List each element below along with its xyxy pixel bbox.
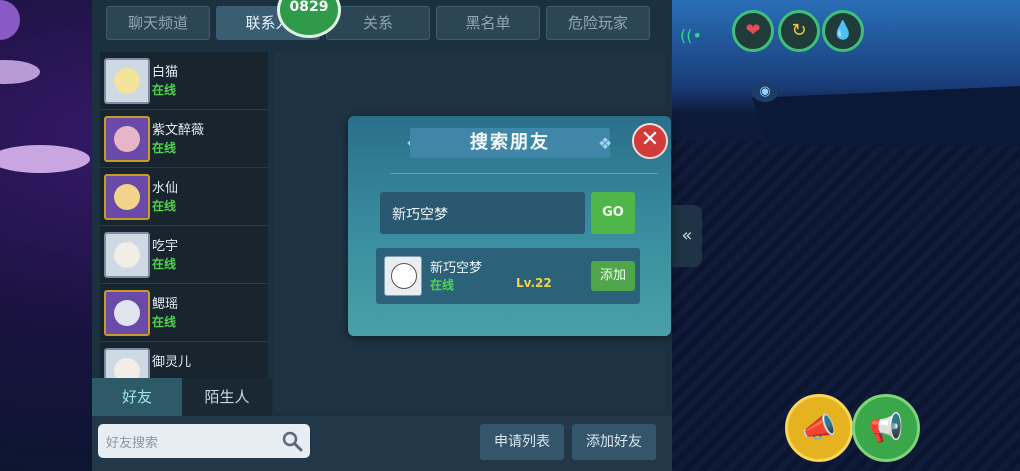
ornament-right-icon: ❖ — [598, 134, 613, 153]
add-button[interactable]: 添加 — [591, 261, 635, 291]
contact-status: 在线 — [152, 315, 177, 329]
coral-decoration — [0, 0, 20, 40]
avatar — [104, 116, 150, 162]
water-drop-icon[interactable]: 💧 — [822, 10, 864, 52]
signal-icon: ((• — [680, 26, 702, 45]
contact-name: 御灵儿 — [152, 355, 192, 370]
search-icon[interactable] — [280, 429, 304, 453]
list-item[interactable]: 鳃瑶 在线 — [100, 284, 268, 342]
tab-relations[interactable]: 关系 — [326, 6, 430, 40]
list-item[interactable]: 吃宇 在线 — [100, 226, 268, 284]
list-item[interactable]: 白猫 在线 — [100, 52, 268, 110]
add-friend-button[interactable]: 添加好友 — [572, 424, 656, 460]
bottom-bar: 好友搜索 申请列表 添加好友 — [92, 416, 672, 471]
avatar — [384, 256, 422, 296]
dialog-title: 搜索朋友 — [410, 128, 610, 158]
search-result-row: 新巧空梦 在线 Lv.22 添加 — [376, 248, 640, 304]
contact-name: 紫文醉薇 — [152, 123, 205, 138]
collapse-arrow-icon[interactable]: « — [672, 205, 702, 267]
tab-chat-channel[interactable]: 聊天频道 — [106, 6, 210, 40]
search-input[interactable] — [380, 192, 585, 234]
request-list-button[interactable]: 申请列表 — [480, 424, 564, 460]
avatar — [104, 58, 150, 104]
close-icon[interactable]: ✕ — [632, 123, 668, 159]
contact-list[interactable]: 白猫 在线 紫文醉薇 在线 水仙 在线 吃宇 在线 鳃瑶 在线 御灵儿 — [100, 52, 268, 378]
go-button[interactable]: GO — [591, 192, 635, 234]
search-friend-dialog: ❖ 搜索朋友 ❖ ✕ GO 新巧空梦 在线 Lv.22 添加 — [348, 116, 671, 336]
avatar — [104, 232, 150, 278]
tab-strangers[interactable]: 陌生人 — [182, 378, 272, 416]
search-field[interactable] — [390, 202, 579, 226]
top-tabs: 聊天频道 联系人 关系 黑名单 危险玩家 0829 — [92, 0, 672, 44]
contact-status: 在线 — [152, 257, 177, 271]
contact-name: 白猫 — [152, 65, 179, 80]
search-placeholder: 好友搜索 — [106, 436, 159, 451]
tab-friends[interactable]: 好友 — [92, 378, 182, 416]
avatar — [104, 290, 150, 336]
contact-status: 在线 — [152, 199, 177, 213]
coral-decoration — [0, 60, 40, 84]
list-item[interactable]: 水仙 在线 — [100, 168, 268, 226]
list-item[interactable]: 紫文醉薇 在线 — [100, 110, 268, 168]
sub-tabs: 好友 陌生人 — [92, 378, 274, 416]
heart-icon[interactable]: ❤ — [732, 10, 774, 52]
avatar — [104, 348, 150, 378]
tab-dangerous-players[interactable]: 危险玩家 — [546, 6, 650, 40]
megaphone-icon[interactable]: 📣 — [785, 394, 853, 462]
speaker-icon[interactable]: 📢 — [852, 394, 920, 462]
result-level: Lv.22 — [516, 276, 552, 290]
contact-status: 在线 — [152, 141, 177, 155]
avatar — [104, 174, 150, 220]
eye-icon[interactable]: ◉ — [752, 82, 778, 102]
contact-status: 在线 — [152, 83, 177, 97]
friend-search-input[interactable]: 好友搜索 — [98, 424, 310, 458]
contact-name: 吃宇 — [152, 239, 179, 254]
list-item[interactable]: 御灵儿 — [100, 342, 268, 378]
result-status: 在线 — [430, 278, 455, 292]
contact-name: 鳃瑶 — [152, 297, 179, 312]
contact-name: 水仙 — [152, 181, 179, 196]
tab-blacklist[interactable]: 黑名单 — [436, 6, 540, 40]
refresh-icon[interactable]: ↻ — [778, 10, 820, 52]
divider — [390, 173, 658, 174]
result-name: 新巧空梦 — [430, 261, 483, 276]
coral-decoration — [0, 145, 90, 173]
